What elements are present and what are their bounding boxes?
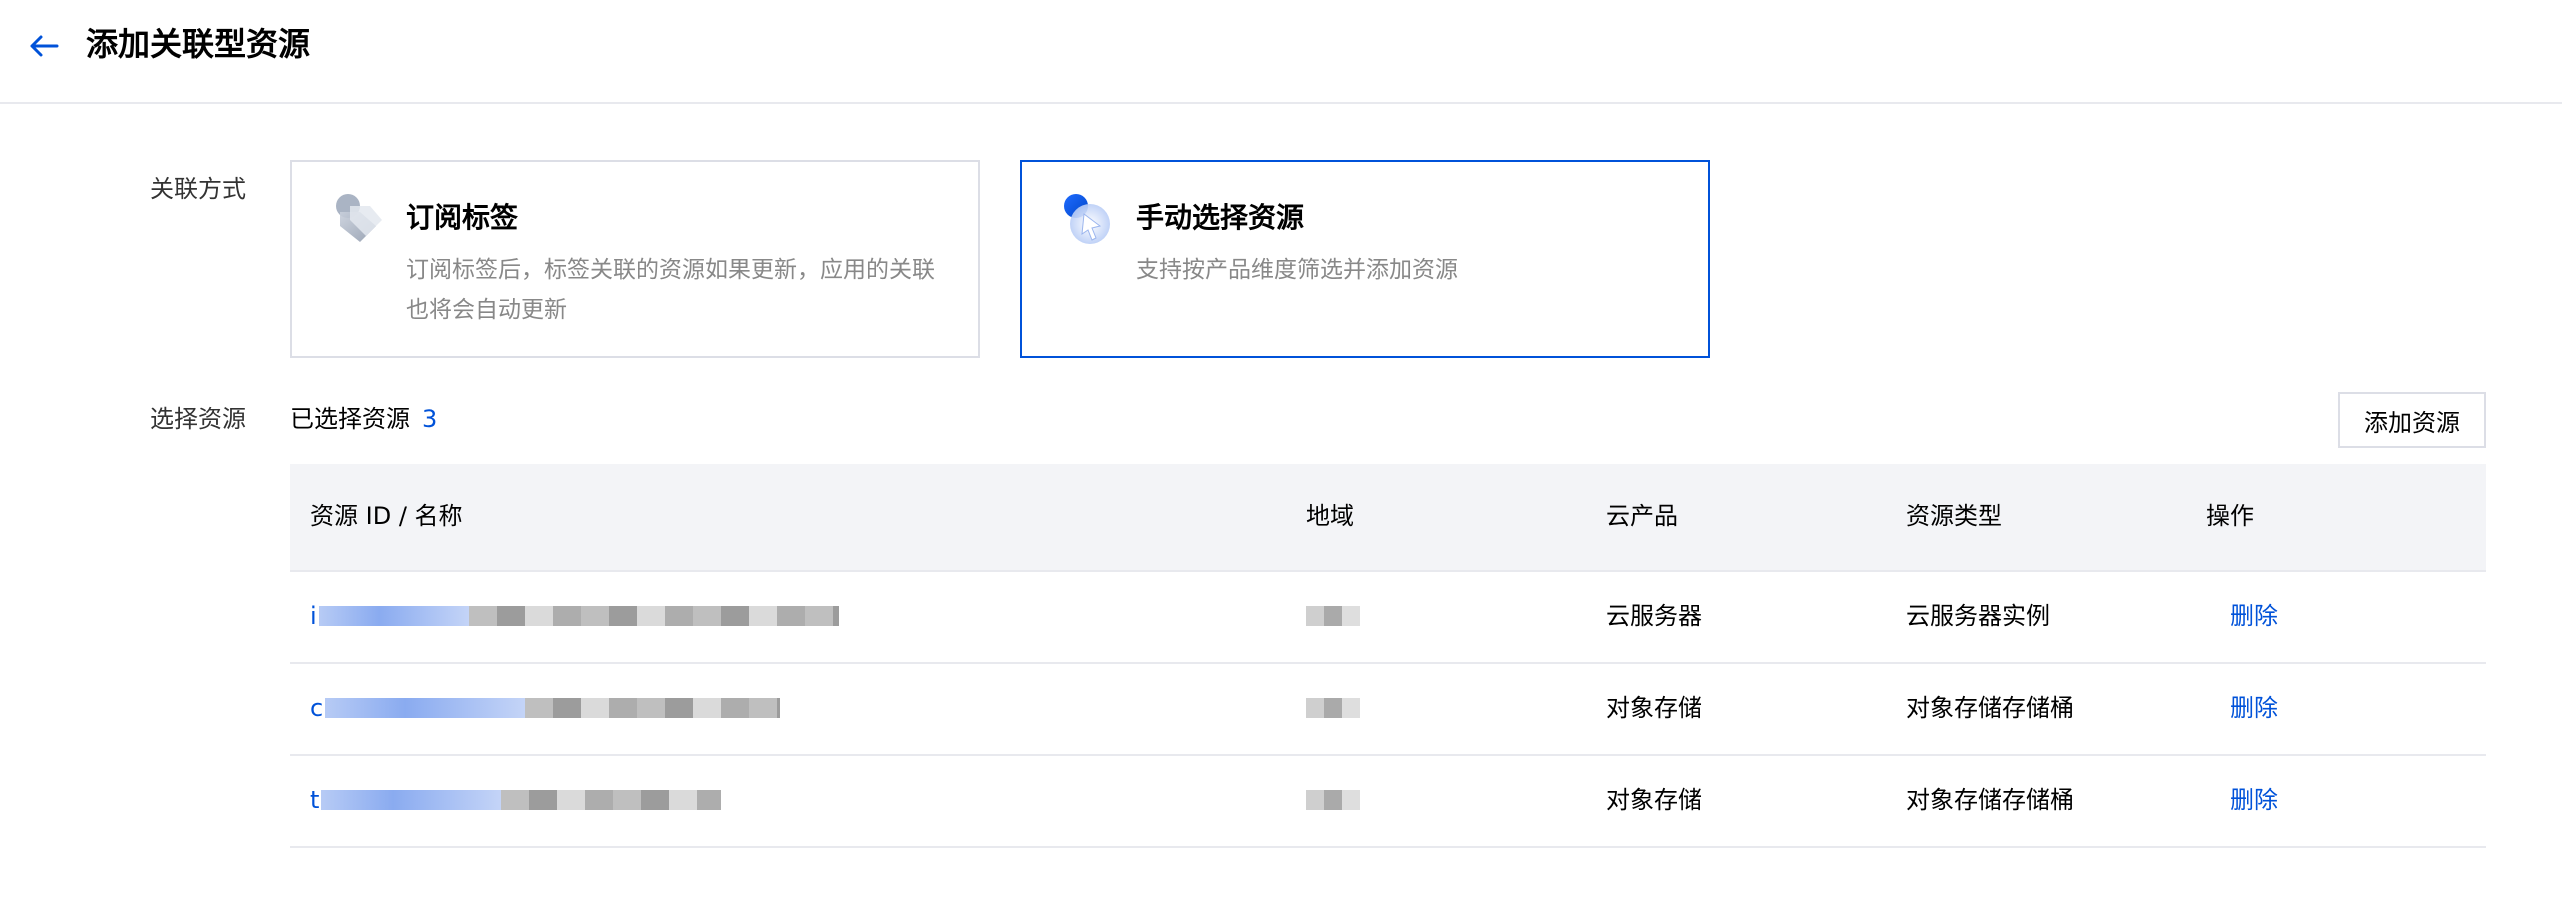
column-header-id: 资源 ID / 名称 xyxy=(310,502,463,530)
product-cell: 对象存储 xyxy=(1606,786,1702,814)
resource-id-link[interactable]: c xyxy=(310,691,781,725)
redacted-id xyxy=(325,698,526,718)
resource-id-prefix: i xyxy=(310,602,317,630)
table-row: t 对象存储 对象存储存储桶 删除 xyxy=(290,756,2486,848)
redacted-name xyxy=(501,790,722,810)
column-header-action: 操作 xyxy=(2206,502,2254,530)
delete-button[interactable]: 删除 xyxy=(2230,599,2278,633)
back-button[interactable] xyxy=(24,26,64,66)
card-manual-select[interactable]: 手动选择资源 支持按产品维度筛选并添加资源 xyxy=(1020,160,1710,358)
table-row: c 对象存储 对象存储存储桶 删除 xyxy=(290,664,2486,756)
card-title: 订阅标签 xyxy=(406,201,519,234)
card-title: 手动选择资源 xyxy=(1136,201,1305,234)
redacted-region xyxy=(1306,606,1360,626)
selected-count: 3 xyxy=(422,405,438,433)
select-resources-label: 选择资源 xyxy=(150,405,246,433)
cursor-select-icon xyxy=(1064,194,1110,244)
redacted-id xyxy=(321,790,502,810)
resource-id-link[interactable]: t xyxy=(310,783,722,817)
selected-label: 已选择资源 xyxy=(290,405,410,433)
redacted-id xyxy=(318,606,469,626)
association-method-label: 关联方式 xyxy=(150,175,246,203)
region-cell xyxy=(1306,691,1360,727)
card-subscribe-tags[interactable]: 订阅标签 订阅标签后，标签关联的资源如果更新，应用的关联也将会自动更新 xyxy=(290,160,980,358)
type-cell: 云服务器实例 xyxy=(1906,602,2050,630)
resource-id-prefix: t xyxy=(310,786,320,814)
page-title: 添加关联型资源 xyxy=(86,25,311,63)
product-cell: 对象存储 xyxy=(1606,694,1702,722)
delete-button[interactable]: 删除 xyxy=(2230,691,2278,725)
resource-id-link[interactable]: i xyxy=(310,599,839,633)
page-header: 添加关联型资源 xyxy=(0,0,2562,104)
region-cell xyxy=(1306,783,1360,819)
add-resource-button[interactable]: 添加资源 xyxy=(2338,392,2486,448)
delete-button[interactable]: 删除 xyxy=(2230,783,2278,817)
tag-icon xyxy=(336,194,382,242)
table-row: i 云服务器 云服务器实例 删除 xyxy=(290,572,2486,664)
resource-id-prefix: c xyxy=(310,694,324,722)
redacted-region xyxy=(1306,790,1360,810)
product-cell: 云服务器 xyxy=(1606,602,1702,630)
redacted-name xyxy=(525,698,781,718)
column-header-region: 地域 xyxy=(1306,502,1354,530)
column-header-type: 资源类型 xyxy=(1906,502,2002,530)
table-header: 资源 ID / 名称 地域 云产品 资源类型 操作 xyxy=(290,464,2486,572)
column-header-product: 云产品 xyxy=(1606,502,1678,530)
redacted-name xyxy=(468,606,839,626)
resource-table: 资源 ID / 名称 地域 云产品 资源类型 操作 i 云服务器 云服务器实例 … xyxy=(290,464,2486,848)
selected-count-info: 已选择资源 3 xyxy=(290,402,437,436)
arrow-left-icon xyxy=(30,35,59,57)
redacted-region xyxy=(1306,698,1360,718)
card-description: 支持按产品维度筛选并添加资源 xyxy=(1136,257,1458,283)
type-cell: 对象存储存储桶 xyxy=(1906,694,2074,722)
type-cell: 对象存储存储桶 xyxy=(1906,786,2074,814)
card-description: 订阅标签后，标签关联的资源如果更新，应用的关联也将会自动更新 xyxy=(406,257,935,323)
region-cell xyxy=(1306,599,1360,635)
